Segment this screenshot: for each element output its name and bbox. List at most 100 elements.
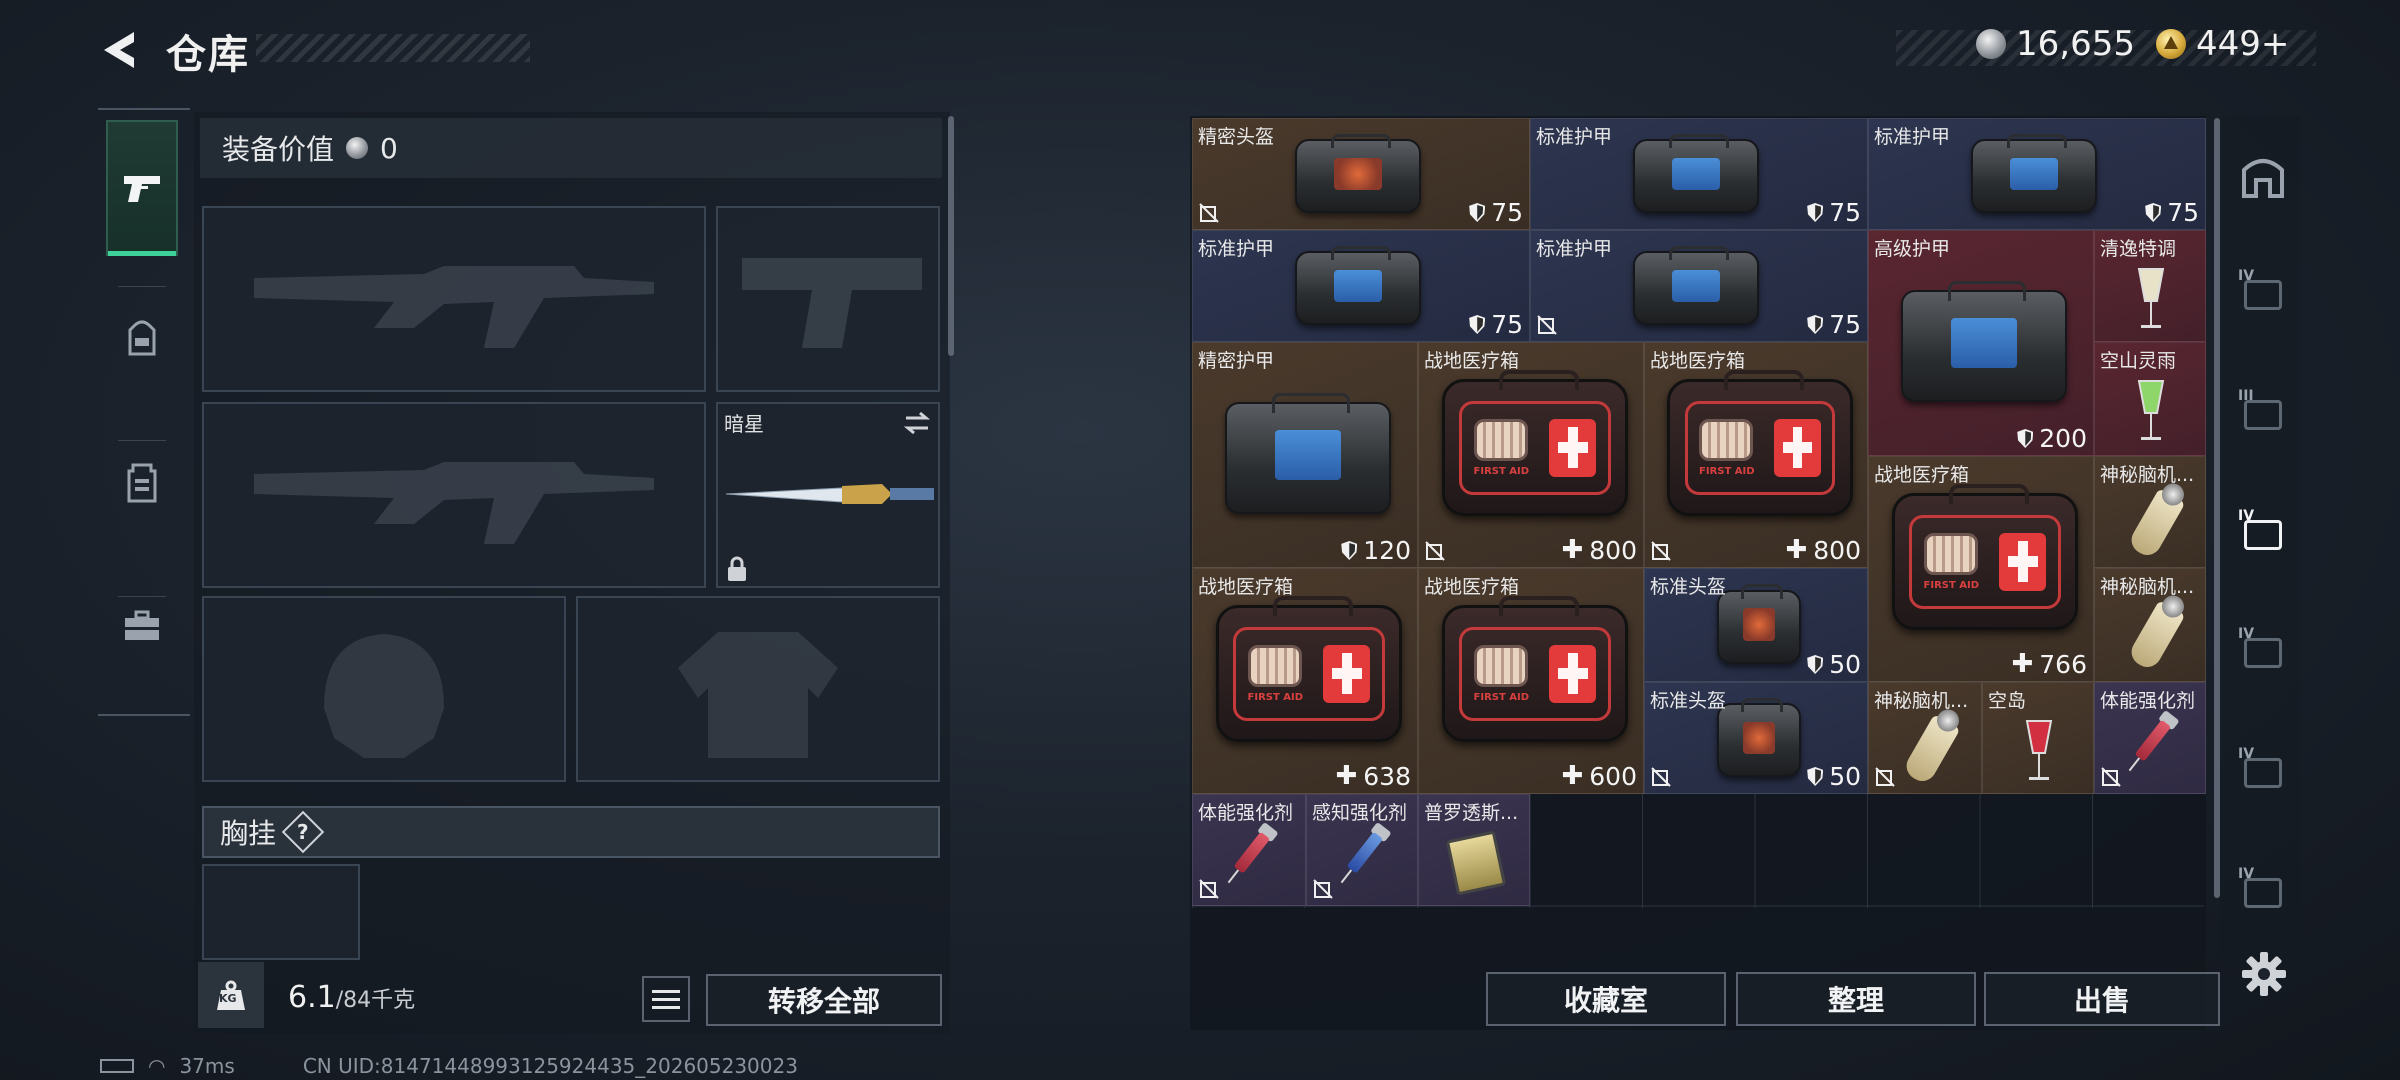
inventory-item[interactable]: 普罗透斯... — [1418, 794, 1530, 906]
item-name: 感知强化剂 — [1312, 802, 1408, 824]
inventory-item[interactable]: 空岛 — [1982, 682, 2094, 794]
storage-tab-4[interactable]: IV — [2238, 626, 2286, 676]
sort-button[interactable]: 整理 — [1736, 972, 1976, 1026]
inventory-item[interactable]: 神秘脑机... — [1868, 682, 1982, 794]
silver-amount: 16,655 — [2016, 24, 2135, 64]
pistol-icon — [124, 176, 160, 202]
armor-durability-icon — [2017, 429, 2034, 448]
user-uid: CN UID:8147144899312592443​5_20260523002… — [302, 1054, 798, 1078]
storage-tab-5[interactable]: IV — [2238, 746, 2286, 796]
inventory-item[interactable]: 标准头盔 50 — [1644, 682, 1868, 794]
secondary-rifle-slot[interactable] — [202, 402, 706, 588]
inventory-item[interactable]: 标准护甲 75 — [1530, 230, 1868, 342]
equipment-scrollbar[interactable] — [948, 116, 954, 356]
sell-button[interactable]: 出售 — [1984, 972, 2220, 1026]
collection-room-button[interactable]: 收藏室 — [1486, 972, 1726, 1026]
tab-weapons[interactable] — [106, 120, 178, 256]
medkit-icon: FIRST AID — [1441, 370, 1629, 517]
melee-weapon-slot[interactable]: 暗星 — [716, 402, 940, 588]
health-plus-icon: ✚ — [1785, 535, 1808, 565]
help-icon[interactable]: ? — [281, 810, 325, 854]
armor-durability-icon — [1807, 655, 1824, 674]
secondary-weapon-slot[interactable] — [716, 206, 940, 392]
item-name: 战地医疗箱 — [1198, 576, 1294, 598]
inventory-item[interactable]: 标准护甲 75 — [1530, 118, 1868, 230]
inventory-item[interactable]: 精密头盔 75 — [1192, 118, 1530, 230]
health-plus-icon: ✚ — [1561, 535, 1584, 565]
inventory-item[interactable]: 体能强化剂 — [1192, 794, 1306, 906]
inventory-item[interactable]: FIRST AID 战地医疗箱 ✚ 638 — [1192, 568, 1418, 794]
storage-tab-3-active[interactable]: IV — [2238, 508, 2286, 558]
transfer-all-button[interactable]: 转移全部 — [706, 974, 942, 1026]
helmet-slot[interactable] — [202, 596, 566, 782]
health-plus-icon: ✚ — [1335, 761, 1358, 791]
ping-value: 37ms — [179, 1054, 235, 1078]
vest-icon — [127, 463, 157, 503]
tab-vest[interactable] — [106, 414, 178, 550]
item-name: 标准护甲 — [1536, 238, 1613, 260]
item-name: 标准头盔 — [1650, 576, 1727, 598]
inventory-item[interactable]: FIRST AID 战地医疗箱 ✚ 800 — [1418, 342, 1644, 568]
item-name: 体能强化剂 — [2100, 690, 2196, 712]
primary-weapon-slot[interactable] — [202, 206, 706, 392]
brain-chip-icon — [2126, 600, 2186, 673]
storage-tab-1[interactable]: IV — [2238, 268, 2286, 318]
inventory-item[interactable]: 空山灵雨 — [2094, 342, 2206, 456]
chest-rig-header: 胸挂 ? — [202, 806, 940, 858]
item-value: ✚ 800 — [1561, 535, 1637, 565]
item-value: 75 — [1469, 198, 1523, 227]
armor-durability-icon — [1469, 315, 1486, 334]
helmet-case-icon — [1295, 134, 1421, 213]
drink-glass-icon — [2131, 265, 2171, 339]
title-decoration — [256, 34, 530, 62]
inventory-item[interactable]: 体能强化剂 — [2094, 682, 2206, 794]
inventory-item[interactable]: 神秘脑机... — [2094, 568, 2206, 682]
gold-currency[interactable]: 449+ — [2156, 24, 2289, 64]
tab-backpack[interactable] — [106, 270, 178, 406]
inventory-item[interactable]: 标准护甲 75 — [1192, 230, 1530, 342]
item-name: 高级护甲 — [1874, 238, 1951, 260]
armor-silhouette-icon — [678, 632, 838, 758]
storage-tab-6[interactable]: IV — [2238, 866, 2286, 916]
no-transfer-icon — [1651, 767, 1671, 787]
rifle-silhouette-icon — [254, 266, 654, 348]
item-value: 75 — [2145, 198, 2199, 227]
inventory-item[interactable]: 精密护甲 120 — [1192, 342, 1418, 568]
medkit-icon: FIRST AID — [1891, 484, 2079, 631]
inventory-item[interactable]: 标准头盔 50 — [1644, 568, 1868, 682]
inventory-item[interactable]: FIRST AID 战地医疗箱 ✚ 600 — [1418, 568, 1644, 794]
armor-durability-icon — [1469, 203, 1486, 222]
storage-tab-2[interactable]: III — [2238, 388, 2286, 438]
item-name: 体能强化剂 — [1198, 802, 1294, 824]
pistol-silhouette-icon — [742, 258, 922, 348]
list-view-button[interactable] — [642, 976, 690, 1022]
inventory-item[interactable]: 神秘脑机... — [2094, 456, 2206, 568]
swap-icon[interactable] — [902, 410, 932, 436]
item-name: 战地医疗箱 — [1424, 576, 1520, 598]
storage-home-icon[interactable] — [2240, 154, 2286, 200]
inventory-item[interactable]: 感知强化剂 — [1306, 794, 1418, 906]
inventory-item[interactable]: FIRST AID 战地医疗箱 ✚ 800 — [1644, 342, 1868, 568]
armor-case-icon — [1224, 392, 1392, 515]
armor-durability-icon — [1807, 203, 1824, 222]
battery-icon — [100, 1059, 134, 1073]
armor-slot[interactable] — [576, 596, 940, 782]
processor-icon — [1445, 830, 1507, 896]
tab-briefcase[interactable] — [106, 558, 178, 694]
syringe-icon — [2125, 709, 2180, 774]
melee-weapon-name: 暗星 — [724, 412, 764, 436]
settings-gear-icon[interactable] — [2240, 950, 2288, 998]
inventory-item[interactable]: 高级护甲 200 — [1868, 230, 2094, 456]
medkit-icon: FIRST AID — [1441, 596, 1629, 743]
inventory-item[interactable]: 清逸特调 — [2094, 230, 2206, 342]
item-name: 空山灵雨 — [2100, 350, 2177, 372]
syringe-icon — [1224, 821, 1279, 886]
back-button[interactable] — [96, 26, 144, 74]
equipment-value: 0 — [380, 131, 398, 165]
inventory-item[interactable]: 标准护甲 75 — [1868, 118, 2206, 230]
inventory-item[interactable]: FIRST AID 战地医疗箱 ✚ 766 — [1868, 456, 2094, 682]
no-transfer-icon — [1425, 541, 1445, 561]
helmet-case-icon — [1716, 698, 1802, 777]
carry-weight: 6.1/84千克 — [288, 980, 416, 1015]
chest-rig-slot[interactable] — [202, 864, 360, 960]
